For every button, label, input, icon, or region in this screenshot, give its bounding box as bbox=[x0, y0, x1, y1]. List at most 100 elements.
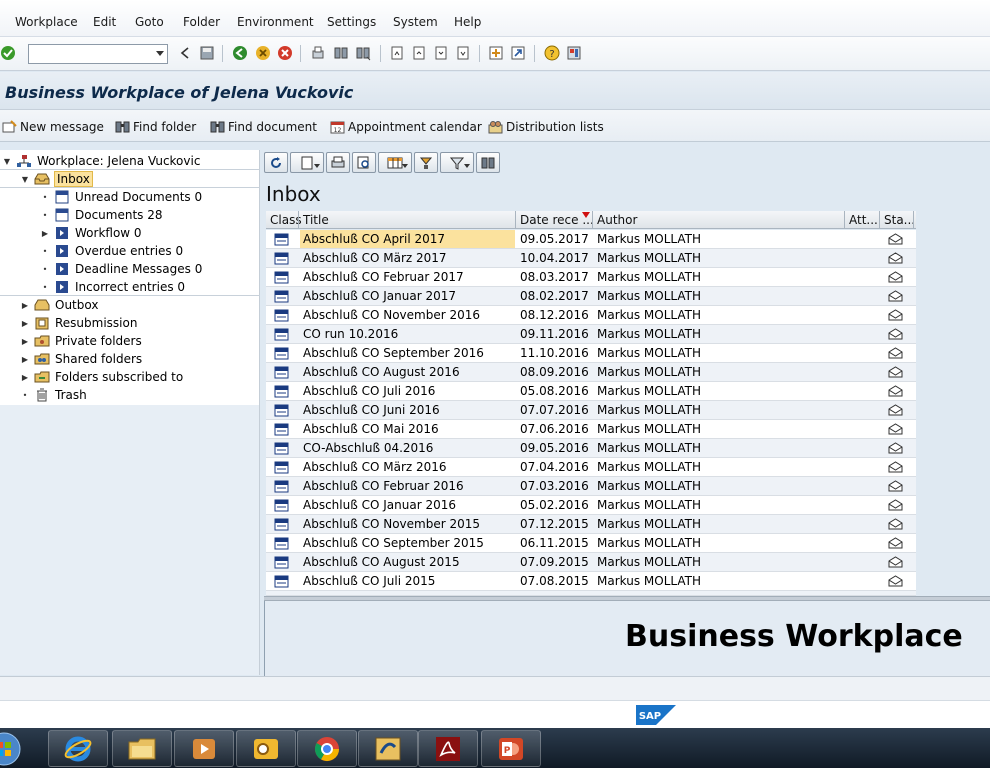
find-folder-button[interactable]: Find folder bbox=[115, 118, 196, 135]
chevron-right-icon[interactable]: ▶ bbox=[20, 354, 30, 364]
chevron-right-icon[interactable]: ▶ bbox=[20, 318, 30, 328]
cell-title[interactable]: Abschluß CO Mai 2016 bbox=[303, 422, 439, 436]
column-header-attachments[interactable]: Att... bbox=[849, 213, 878, 227]
customize-layout-icon[interactable] bbox=[566, 45, 582, 61]
find-document-button[interactable]: Find document bbox=[210, 118, 317, 135]
taskbar-powerpoint[interactable]: P bbox=[481, 730, 541, 767]
table-row[interactable]: Abschluß CO April 2017 09.05.2017 Markus M… bbox=[266, 230, 916, 249]
start-orb-icon[interactable] bbox=[0, 731, 22, 767]
cell-title[interactable]: Abschluß CO Juli 2015 bbox=[303, 574, 435, 588]
table-row[interactable]: Abschluß CO Juli 2015 07.08.2015 Markus MO… bbox=[266, 572, 916, 591]
help-icon[interactable]: ? bbox=[544, 45, 560, 61]
find-icon[interactable] bbox=[333, 45, 349, 61]
table-row[interactable]: Abschluß CO August 2016 08.09.2016 Markus … bbox=[266, 363, 916, 382]
taskbar-sap-logon[interactable] bbox=[358, 730, 418, 767]
tree-item-trash[interactable]: • Trash bbox=[20, 386, 87, 404]
shortcut-icon[interactable] bbox=[510, 45, 526, 61]
table-row[interactable]: Abschluß CO Januar 2017 08.02.2017 Markus … bbox=[266, 287, 916, 306]
cell-title[interactable]: Abschluß CO April 2017 bbox=[303, 232, 445, 246]
table-row[interactable]: Abschluß CO Juli 2016 05.08.2016 Markus MO… bbox=[266, 382, 916, 401]
print-icon[interactable] bbox=[310, 45, 326, 61]
cell-title[interactable]: Abschluß CO Februar 2016 bbox=[303, 479, 464, 493]
tree-item-resubmission[interactable]: ▶ Resubmission bbox=[20, 314, 138, 332]
table-row[interactable]: Abschluß CO Februar 2016 07.03.2016 Markus… bbox=[266, 477, 916, 496]
tree-item-private-folders[interactable]: ▶ Private folders bbox=[20, 332, 142, 350]
print-button[interactable] bbox=[326, 152, 350, 173]
menu-workplace[interactable]: Workplace bbox=[15, 15, 78, 29]
distribution-lists-button[interactable]: Distribution lists bbox=[488, 118, 604, 135]
tree-item-overdue-entries[interactable]: • Overdue entries 0 bbox=[40, 242, 183, 260]
previous-page-icon[interactable] bbox=[411, 45, 427, 61]
new-session-icon[interactable] bbox=[488, 45, 504, 61]
column-header-title[interactable]: Title bbox=[303, 213, 329, 227]
table-row[interactable]: Abschluß CO November 2015 07.12.2015 Marku… bbox=[266, 515, 916, 534]
find-button[interactable] bbox=[476, 152, 500, 173]
cell-title[interactable]: Abschluß CO März 2017 bbox=[303, 251, 447, 265]
first-page-icon[interactable] bbox=[389, 45, 405, 61]
cell-title[interactable]: Abschluß CO September 2016 bbox=[303, 346, 484, 360]
find-next-icon[interactable] bbox=[355, 45, 371, 61]
cell-title[interactable]: Abschluß CO November 2016 bbox=[303, 308, 480, 322]
arrow-left-icon[interactable] bbox=[177, 45, 193, 61]
table-row[interactable]: Abschluß CO März 2016 07.04.2016 Markus MO… bbox=[266, 458, 916, 477]
next-page-icon[interactable] bbox=[433, 45, 449, 61]
table-row[interactable]: Abschluß CO November 2016 08.12.2016 Marku… bbox=[266, 306, 916, 325]
refresh-button[interactable] bbox=[264, 152, 288, 173]
last-page-icon[interactable] bbox=[455, 45, 471, 61]
taskbar-file-explorer[interactable] bbox=[112, 730, 172, 767]
chevron-right-icon[interactable]: ▶ bbox=[20, 372, 30, 382]
tree-root-workplace[interactable]: ▼ Workplace: Jelena Vuckovic bbox=[2, 152, 201, 170]
chevron-down-icon[interactable] bbox=[314, 164, 320, 168]
cell-title[interactable]: Abschluß CO Februar 2017 bbox=[303, 270, 464, 284]
chevron-down-icon[interactable]: ▼ bbox=[20, 174, 30, 184]
menu-system[interactable]: System bbox=[393, 15, 438, 29]
tree-item-incorrect-entries[interactable]: • Incorrect entries 0 bbox=[40, 278, 185, 296]
command-field[interactable] bbox=[28, 44, 168, 64]
chevron-right-icon[interactable]: ▶ bbox=[20, 336, 30, 346]
table-row[interactable]: Abschluß CO September 2015 06.11.2015 Mark… bbox=[266, 534, 916, 553]
menu-folder[interactable]: Folder bbox=[183, 15, 220, 29]
cell-title[interactable]: Abschluß CO August 2015 bbox=[303, 555, 460, 569]
menu-goto[interactable]: Goto bbox=[135, 15, 164, 29]
table-row[interactable]: Abschluß CO Juni 2016 07.07.2016 Markus MO… bbox=[266, 401, 916, 420]
exit-icon[interactable] bbox=[255, 45, 271, 61]
chevron-down-icon[interactable] bbox=[402, 164, 408, 168]
chevron-down-icon[interactable] bbox=[464, 164, 470, 168]
taskbar-outlook[interactable] bbox=[236, 730, 296, 767]
column-header-class[interactable]: Class bbox=[270, 213, 302, 227]
appointment-calendar-button[interactable]: 12 Appointment calendar bbox=[330, 118, 482, 135]
table-row[interactable]: Abschluß CO März 2017 10.04.2017 Markus MO… bbox=[266, 249, 916, 268]
tree-item-outbox[interactable]: ▶ Outbox bbox=[20, 296, 99, 314]
chevron-down-icon[interactable] bbox=[156, 51, 164, 56]
menu-edit[interactable]: Edit bbox=[93, 15, 116, 29]
enter-checkmark-icon[interactable] bbox=[0, 45, 16, 61]
cell-title[interactable]: Abschluß CO Januar 2016 bbox=[303, 498, 456, 512]
tree-item-deadline-messages[interactable]: • Deadline Messages 0 bbox=[40, 260, 203, 278]
taskbar-media-player[interactable] bbox=[174, 730, 234, 767]
table-row[interactable]: Abschluß CO August 2015 07.09.2015 Markus … bbox=[266, 553, 916, 572]
table-row[interactable]: CO-Abschluß 04.2016 09.05.2016 Markus MOLL… bbox=[266, 439, 916, 458]
tree-item-folders-subscribed-to[interactable]: ▶ Folders subscribed to bbox=[20, 368, 183, 386]
display-document-button[interactable] bbox=[290, 152, 324, 173]
layout-button[interactable] bbox=[378, 152, 412, 173]
tree-item-documents[interactable]: • Documents 28 bbox=[40, 206, 163, 224]
menu-help[interactable]: Help bbox=[454, 15, 481, 29]
save-icon[interactable] bbox=[199, 45, 215, 61]
column-header-author[interactable]: Author bbox=[597, 213, 637, 227]
menu-environment[interactable]: Environment bbox=[237, 15, 314, 29]
cell-title[interactable]: Abschluß CO November 2015 bbox=[303, 517, 480, 531]
table-row[interactable]: Abschluß CO Mai 2016 07.06.2016 Markus MOL… bbox=[266, 420, 916, 439]
filter-button[interactable] bbox=[440, 152, 474, 173]
menu-settings[interactable]: Settings bbox=[327, 15, 376, 29]
preview-button[interactable] bbox=[352, 152, 376, 173]
tree-item-workflow[interactable]: ▶ Workflow 0 bbox=[40, 224, 142, 242]
table-row[interactable]: Abschluß CO Februar 2017 08.03.2017 Markus… bbox=[266, 268, 916, 287]
sort-button[interactable] bbox=[414, 152, 438, 173]
cell-title[interactable]: Abschluß CO September 2015 bbox=[303, 536, 484, 550]
back-icon[interactable] bbox=[232, 45, 248, 61]
table-row[interactable]: Abschluß CO September 2016 11.10.2016 Mark… bbox=[266, 344, 916, 363]
cell-title[interactable]: Abschluß CO August 2016 bbox=[303, 365, 460, 379]
tree-item-shared-folders[interactable]: ▶ Shared folders bbox=[20, 350, 142, 368]
cell-title[interactable]: Abschluß CO März 2016 bbox=[303, 460, 447, 474]
taskbar-acrobat[interactable] bbox=[418, 730, 478, 767]
